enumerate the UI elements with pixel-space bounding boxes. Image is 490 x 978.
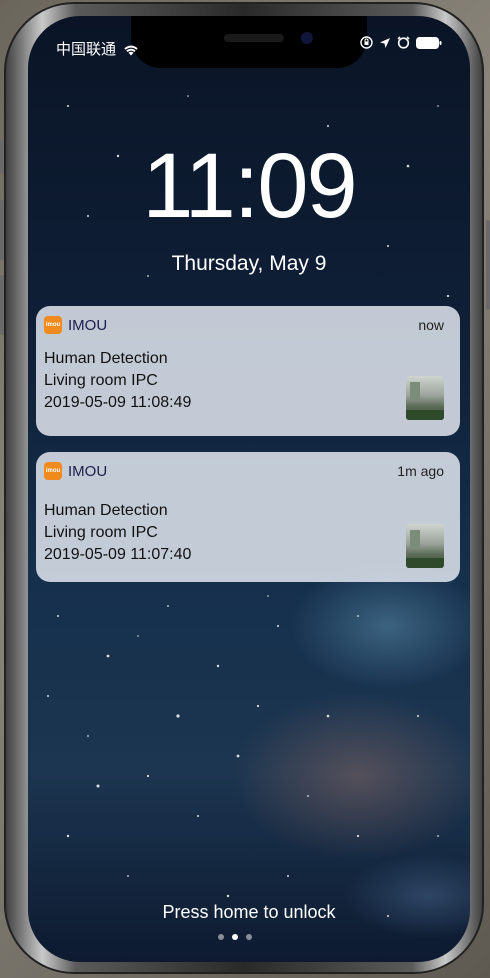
notification-app-name: IMOU <box>68 317 108 334</box>
notification-title: Human Detection <box>44 350 168 367</box>
page-dot <box>246 934 252 940</box>
lock-screen-clock: 11:09 <box>142 135 357 237</box>
notification-card[interactable]: imou IMOU now Human Detection Living roo… <box>36 306 460 436</box>
imou-app-icon: imou <box>44 316 62 334</box>
notification-thumbnail <box>406 524 444 568</box>
imou-app-icon: imou <box>44 462 62 480</box>
notification-thumbnail <box>406 376 444 420</box>
status-bar-left: 中国联通 <box>56 38 138 59</box>
notification-timestamp: 2019-05-09 11:07:40 <box>44 546 192 563</box>
notification-title: Human Detection <box>44 502 168 519</box>
page-indicator <box>218 934 252 940</box>
notch <box>131 16 367 68</box>
volume-up-button <box>0 200 4 260</box>
location-icon <box>380 37 390 48</box>
power-button <box>486 220 490 310</box>
alarm-icon <box>397 36 410 49</box>
front-camera <box>301 32 313 44</box>
wifi-icon <box>124 45 138 56</box>
lock-screen: 中国联通 11:09 Thursday, May 9 imou IMOU now <box>28 16 470 962</box>
notification-timestamp: 2019-05-09 11:08:49 <box>44 394 192 411</box>
status-bar-right <box>360 36 442 49</box>
notification-device: Living room IPC <box>44 372 158 389</box>
speaker-grille <box>224 34 284 42</box>
page-dot-active <box>232 934 238 940</box>
notification-time: now <box>418 317 444 333</box>
page-dot <box>218 934 224 940</box>
notification-device: Living room IPC <box>44 524 158 541</box>
mute-switch <box>0 140 4 174</box>
volume-down-button <box>0 275 4 335</box>
lock-screen-date: Thursday, May 9 <box>171 252 327 275</box>
screen-rotation-lock-icon <box>360 36 373 49</box>
notification-app-name: IMOU <box>68 463 108 480</box>
carrier-name: 中国联通 <box>56 41 117 58</box>
notification-card[interactable]: imou IMOU 1m ago Human Detection Living … <box>36 452 460 582</box>
notification-time: 1m ago <box>397 463 444 479</box>
battery-icon <box>416 36 442 49</box>
unlock-hint: Press home to unlock <box>162 902 336 922</box>
